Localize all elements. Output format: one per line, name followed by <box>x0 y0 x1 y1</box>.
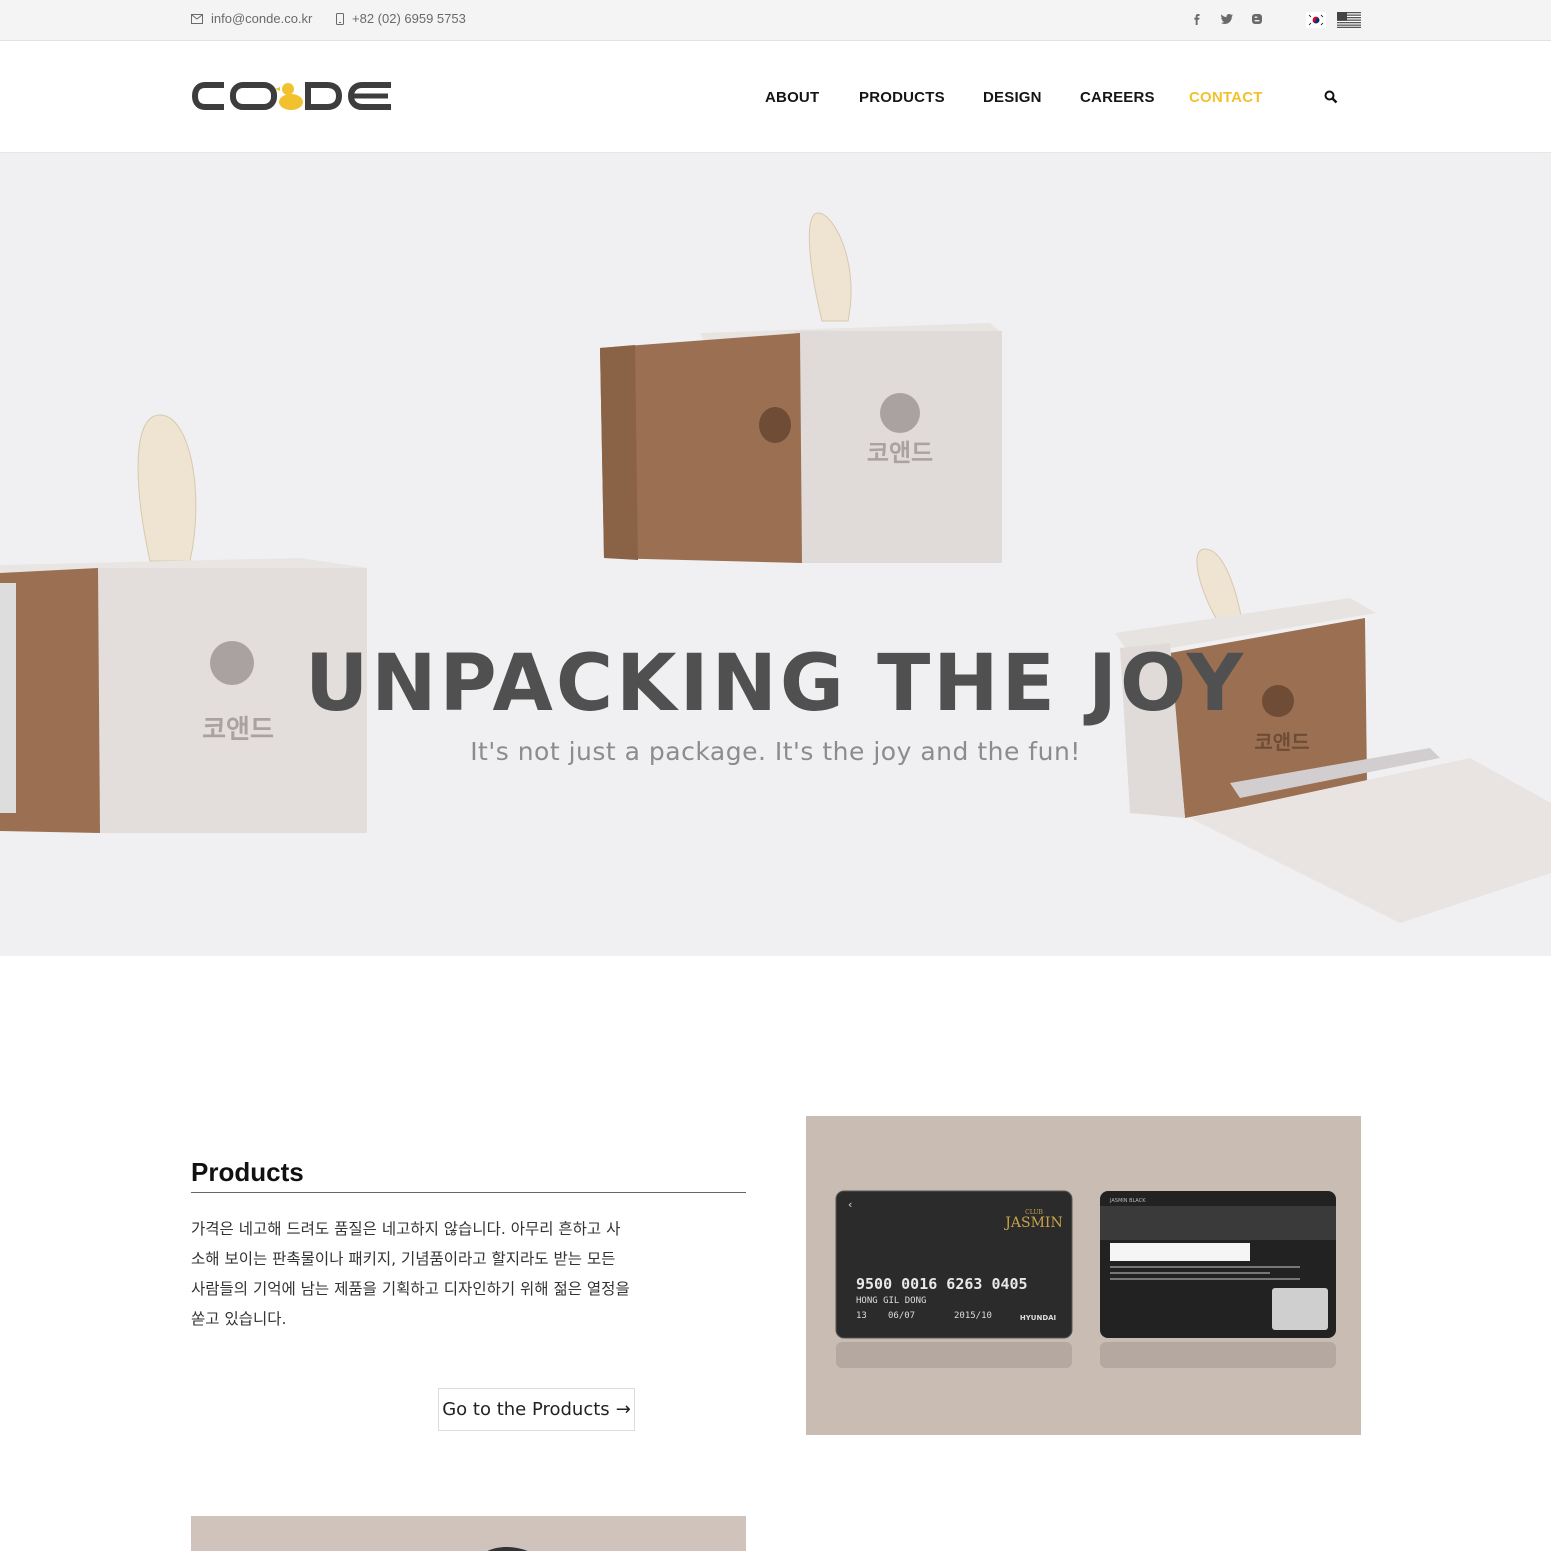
svg-text:06/07: 06/07 <box>888 1311 915 1321</box>
envelope-icon <box>191 13 203 24</box>
nav-contact[interactable]: CONTACT <box>1189 89 1263 106</box>
box-korean-label: 코앤드 <box>867 439 933 467</box>
hero-banner: 코앤드 코앤드 코앤드 UNPACKING THE JOY It's not j… <box>0 153 1551 956</box>
svg-text:‹: ‹ <box>848 1198 852 1211</box>
nav-about[interactable]: ABOUT <box>765 89 819 106</box>
hero-title: UNPACKING THE JOY <box>304 639 1247 729</box>
twitter-icon[interactable] <box>1219 11 1235 27</box>
blogger-icon[interactable] <box>1249 11 1265 27</box>
us-flag-icon[interactable] <box>1337 12 1361 28</box>
svg-text:2015/10: 2015/10 <box>954 1311 992 1321</box>
arrow-right-icon: → <box>615 1399 631 1420</box>
nav-products[interactable]: PRODUCTS <box>859 89 945 106</box>
hero-package-left: 코앤드 <box>0 414 368 833</box>
go-to-products-label: Go to the Products <box>442 1399 610 1420</box>
search-icon[interactable] <box>1324 90 1340 106</box>
svg-text:HONG GIL DONG: HONG GIL DONG <box>856 1296 926 1306</box>
site-header: ABOUT PRODUCTS DESIGN CAREERS CONTACT <box>0 41 1551 153</box>
mobile-phone-icon <box>336 12 344 25</box>
nav-careers[interactable]: CAREERS <box>1080 89 1155 106</box>
credit-card-front: ‹ CLUB JASMIN 9500 0016 6263 0405 HONG G… <box>835 1190 1073 1339</box>
top-bar: info@conde.co.kr +82 (02) 6959 5753 <box>0 0 1551 41</box>
go-to-products-button[interactable]: Go to the Products → <box>438 1388 635 1431</box>
korean-flag-icon[interactable] <box>1306 12 1326 28</box>
nav-design[interactable]: DESIGN <box>983 89 1042 106</box>
facebook-icon[interactable] <box>1189 11 1205 27</box>
svg-text:JASMIN BLACK: JASMIN BLACK <box>1109 1198 1146 1204</box>
products-description: 가격은 네고해 드려도 품질은 네고하지 않습니다. 아무리 흔하고 사소해 보… <box>191 1220 630 1328</box>
svg-text:HYUNDAI: HYUNDAI <box>1020 1314 1056 1322</box>
products-divider <box>191 1192 746 1193</box>
products-image-cards[interactable]: ‹ CLUB JASMIN 9500 0016 6263 0405 HONG G… <box>806 1116 1361 1435</box>
credit-card-back: JASMIN BLACK <box>1100 1191 1336 1338</box>
svg-text:JASMIN: JASMIN <box>1003 1215 1062 1231</box>
phone-text: +82 (02) 6959 5753 <box>352 11 466 26</box>
svg-text:13: 13 <box>856 1311 867 1321</box>
products-heading: Products <box>191 1157 304 1187</box>
email-text: info@conde.co.kr <box>211 11 313 26</box>
hero-package-center: 코앤드 <box>600 212 1002 563</box>
phone-contact[interactable]: +82 (02) 6959 5753 <box>336 11 466 26</box>
next-section-image[interactable] <box>191 1516 746 1551</box>
hero-subtitle: It's not just a package. It's the joy an… <box>470 737 1081 766</box>
svg-text:9500 0016 6263 0405: 9500 0016 6263 0405 <box>856 1275 1028 1293</box>
email-contact[interactable]: info@conde.co.kr <box>191 11 312 26</box>
conde-logo[interactable] <box>192 79 394 113</box>
